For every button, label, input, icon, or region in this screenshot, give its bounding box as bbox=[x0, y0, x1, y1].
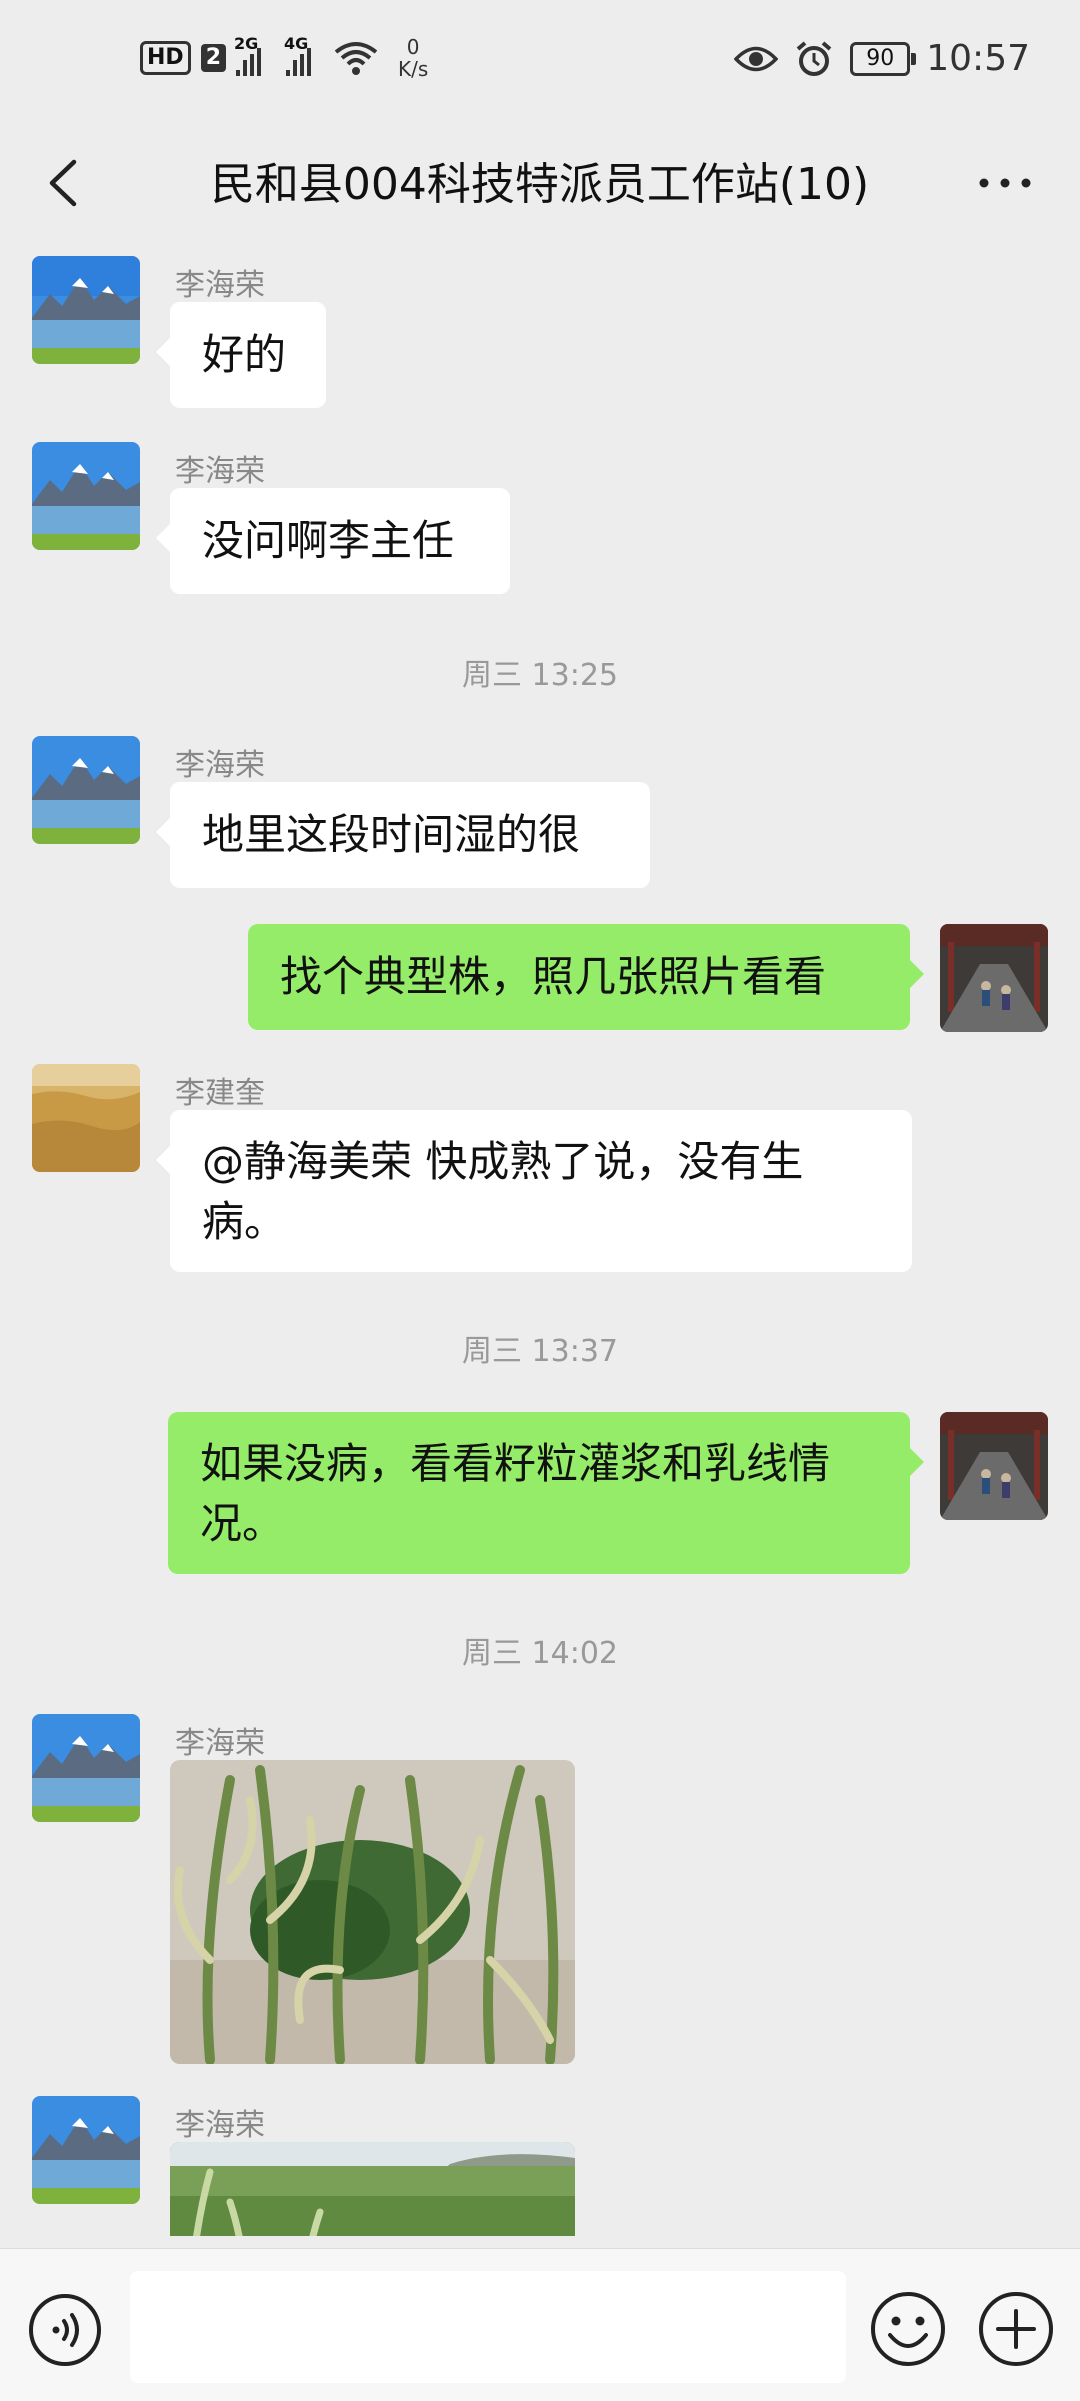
my-avatar[interactable] bbox=[940, 924, 1048, 1032]
wifi-icon bbox=[334, 42, 378, 75]
mountain-lake-avatar-image bbox=[32, 1714, 140, 1822]
message-input-bar bbox=[0, 2248, 1080, 2401]
sender-name: 李海荣 bbox=[175, 268, 265, 303]
message-bubble[interactable]: @静海美荣 快成熟了说，没有生病。 bbox=[156, 1110, 912, 1272]
chat-header: 民和县004科技特派员工作站(10) bbox=[0, 130, 1080, 240]
photo-message[interactable] bbox=[170, 1760, 575, 2064]
sim-number: 2 bbox=[200, 44, 226, 72]
avatar[interactable] bbox=[32, 1714, 140, 1822]
wheat-field-avatar-image bbox=[32, 1064, 140, 1172]
message-text: @静海美荣 快成熟了说，没有生病。 bbox=[202, 1137, 804, 1246]
message-text: 如果没病，看看籽粒灌浆和乳线情况。 bbox=[200, 1439, 831, 1548]
alarm-icon bbox=[796, 40, 832, 76]
timestamp: 周三 13:25 bbox=[462, 658, 618, 693]
timestamp: 周三 13:37 bbox=[462, 1334, 618, 1369]
status-time: 10:57 bbox=[926, 38, 1030, 79]
voice-button[interactable] bbox=[28, 2293, 102, 2367]
corn-plants-photo bbox=[170, 1760, 575, 2064]
mountain-lake-avatar-image bbox=[32, 2096, 140, 2204]
more-functions-button[interactable] bbox=[976, 2289, 1056, 2369]
chevron-left-icon bbox=[49, 159, 77, 207]
corridor-avatar-image bbox=[940, 1412, 1048, 1520]
corn-field-photo bbox=[170, 2142, 575, 2236]
signal-icon: 2G bbox=[234, 34, 268, 76]
hd-badge: HD bbox=[140, 41, 191, 75]
message-text-field[interactable] bbox=[130, 2271, 846, 2383]
network-type-label: 4G bbox=[284, 34, 309, 53]
net-speed-unit: K/s bbox=[398, 57, 429, 81]
message-text: 找个典型株，照几张照片看看 bbox=[280, 952, 827, 1001]
eye-icon bbox=[734, 46, 779, 71]
signal-icon: 4G bbox=[284, 34, 318, 76]
chat-message-list[interactable]: 李海荣 好的 李海荣 没问啊李主任 周三 13:25 李海荣 地里这段时间湿的很 bbox=[0, 240, 1080, 2236]
chat-title: 民和县004科技特派员工作站(10) bbox=[210, 159, 870, 210]
emoji-icon bbox=[871, 2292, 945, 2366]
plus-icon bbox=[979, 2292, 1053, 2366]
mountain-lake-avatar-image bbox=[32, 442, 140, 550]
status-right: 90 10:57 bbox=[734, 38, 1030, 79]
sender-name: 李海荣 bbox=[175, 1726, 265, 1761]
photo-message[interactable] bbox=[170, 2142, 575, 2236]
status-left: HD 2 2G 4G 0 K/s bbox=[140, 34, 428, 80]
battery-indicator: 90 bbox=[850, 41, 917, 76]
my-avatar[interactable] bbox=[940, 1412, 1048, 1520]
message-text: 没问啊李主任 bbox=[202, 516, 455, 565]
message-text: 好的 bbox=[202, 330, 287, 379]
sender-name: 李海荣 bbox=[175, 748, 265, 783]
avatar[interactable] bbox=[32, 2096, 140, 2204]
avatar[interactable] bbox=[32, 736, 140, 844]
more-options-button[interactable] bbox=[970, 148, 1040, 218]
sender-name: 李海荣 bbox=[175, 2108, 265, 2143]
corridor-avatar-image bbox=[940, 924, 1048, 1032]
sender-name: 李建奎 bbox=[175, 1076, 265, 1111]
voice-icon bbox=[29, 2294, 101, 2366]
avatar[interactable] bbox=[32, 256, 140, 364]
net-speed-value: 0 bbox=[406, 35, 420, 59]
avatar[interactable] bbox=[32, 442, 140, 550]
network-type-label: 2G bbox=[234, 34, 259, 53]
my-message-bubble[interactable]: 如果没病，看看籽粒灌浆和乳线情况。 bbox=[168, 1412, 924, 1574]
my-message-bubble[interactable]: 找个典型株，照几张照片看看 bbox=[248, 924, 924, 1030]
battery-level: 90 bbox=[866, 45, 895, 71]
avatar[interactable] bbox=[32, 1064, 140, 1172]
message-text: 地里这段时间湿的很 bbox=[202, 810, 581, 859]
status-bar: HD 2 2G 4G 0 K/s 90 10:57 bbox=[0, 0, 1080, 130]
emoji-button[interactable] bbox=[868, 2289, 948, 2369]
timestamp: 周三 14:02 bbox=[462, 1636, 618, 1671]
message-bubble[interactable]: 地里这段时间湿的很 bbox=[156, 782, 650, 888]
mountain-lake-avatar-image bbox=[32, 256, 140, 364]
message-bubble[interactable]: 好的 bbox=[156, 302, 326, 408]
sender-name: 李海荣 bbox=[175, 454, 265, 489]
mountain-lake-avatar-image bbox=[32, 736, 140, 844]
message-bubble[interactable]: 没问啊李主任 bbox=[156, 488, 510, 594]
more-dots-icon bbox=[979, 178, 1031, 188]
net-speed: 0 K/s bbox=[398, 36, 428, 80]
back-button[interactable] bbox=[30, 148, 100, 218]
